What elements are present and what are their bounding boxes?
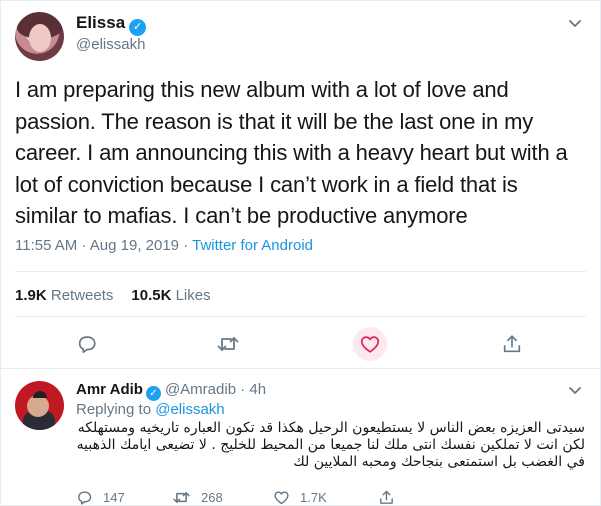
chevron-down-icon[interactable] bbox=[566, 381, 584, 399]
retweets-label: Retweets bbox=[50, 287, 114, 304]
heart-icon bbox=[360, 336, 380, 353]
retweet-arrows-icon bbox=[217, 337, 239, 351]
tweet-date[interactable]: Aug 19, 2019 bbox=[90, 237, 179, 254]
tweet-actions bbox=[0, 327, 601, 361]
reply-author-name[interactable]: Amr Adib bbox=[76, 381, 143, 398]
reply-header: Amr Adib ✓ @Amradib · 4h bbox=[76, 381, 266, 401]
reply-age[interactable]: 4h bbox=[249, 381, 266, 398]
reply-share-button[interactable] bbox=[378, 488, 405, 506]
divider bbox=[15, 271, 586, 272]
likes-label: Likes bbox=[175, 287, 211, 304]
reply-author-handle[interactable]: @Amradib bbox=[165, 381, 236, 398]
meta-separator: · bbox=[81, 237, 87, 254]
likes-count: 10.5K bbox=[131, 287, 172, 304]
avatar[interactable] bbox=[15, 12, 64, 61]
tweet-meta: 11:55 AM · Aug 19, 2019 · Twitter for An… bbox=[15, 237, 313, 254]
share-upload-icon bbox=[380, 490, 393, 504]
replying-label: Replying to bbox=[76, 401, 152, 418]
divider bbox=[0, 368, 601, 369]
reply-reply-button[interactable]: 147 bbox=[76, 488, 125, 506]
share-button[interactable] bbox=[495, 327, 529, 361]
reply-actions: 147 268 1.7K bbox=[76, 488, 576, 506]
reply-bubble-icon bbox=[78, 336, 96, 354]
tweet-source-link[interactable]: Twitter for Android bbox=[192, 237, 313, 254]
replying-to: Replying to @elissakh bbox=[76, 401, 225, 418]
reply-replies-count: 147 bbox=[103, 489, 125, 505]
reply-button[interactable] bbox=[70, 327, 104, 361]
tweet-time[interactable]: 11:55 AM bbox=[15, 237, 77, 254]
verified-check-icon: ✓ bbox=[129, 19, 147, 36]
replying-mention-link[interactable]: @elissakh bbox=[155, 401, 224, 418]
author-name[interactable]: Elissa ✓ bbox=[76, 13, 147, 36]
likes-stat[interactable]: 10.5K Likes bbox=[131, 287, 210, 304]
reply-like-button[interactable]: 1.7K bbox=[273, 488, 327, 506]
retweet-button[interactable] bbox=[211, 327, 245, 361]
reply-likes-count: 1.7K bbox=[300, 489, 327, 505]
reply-separator: · bbox=[240, 381, 246, 398]
tweet-text: I am preparing this new album with a lot… bbox=[15, 77, 568, 228]
reply-retweets-count: 268 bbox=[201, 489, 223, 505]
reply-avatar[interactable] bbox=[15, 381, 64, 430]
heart-icon bbox=[274, 490, 289, 504]
chevron-down-icon[interactable] bbox=[566, 14, 584, 32]
author-name-text[interactable]: Elissa bbox=[76, 13, 125, 32]
meta-separator: · bbox=[183, 237, 189, 254]
share-upload-icon bbox=[503, 335, 521, 353]
retweets-count: 1.9K bbox=[15, 287, 47, 304]
like-button[interactable] bbox=[353, 327, 387, 361]
tweet-stats: 1.9K Retweets 10.5K Likes bbox=[15, 287, 211, 304]
reply-text: سيدتى العزيزه بعض الناس لا يستطيعون الرح… bbox=[76, 420, 585, 470]
verified-check-icon: ✓ bbox=[145, 386, 161, 401]
retweet-arrows-icon bbox=[173, 491, 190, 503]
reply-retweet-button[interactable]: 268 bbox=[172, 488, 223, 506]
reply-bubble-icon bbox=[78, 490, 92, 505]
divider bbox=[15, 316, 586, 317]
author-handle[interactable]: @elissakh bbox=[76, 36, 145, 53]
retweets-stat[interactable]: 1.9K Retweets bbox=[15, 287, 113, 304]
